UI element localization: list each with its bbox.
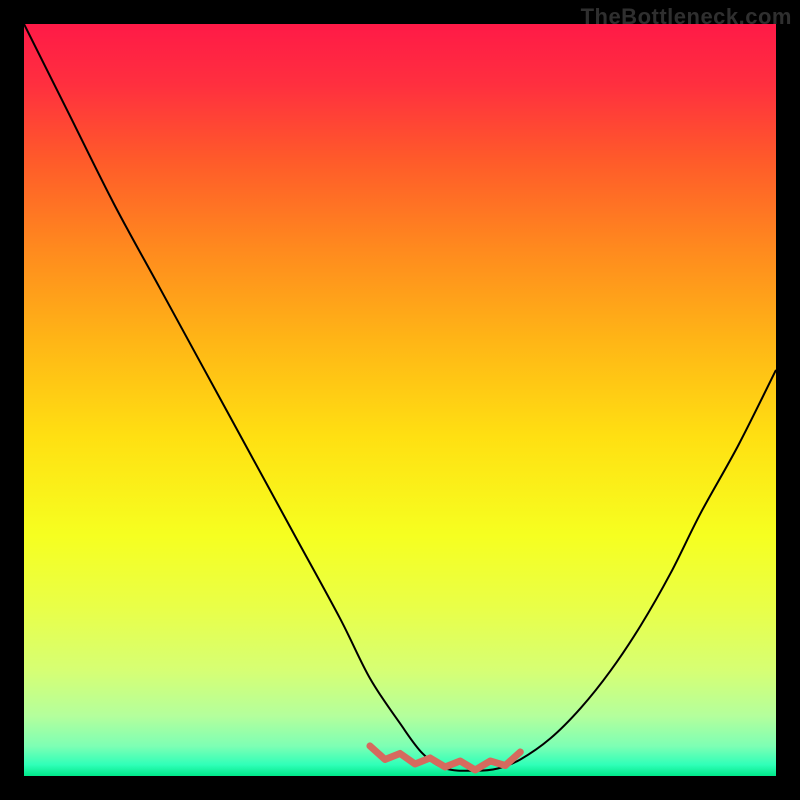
plot-area: [24, 24, 776, 776]
gradient-background: [24, 24, 776, 776]
chart-frame: TheBottleneck.com: [0, 0, 800, 800]
plot-svg: [24, 24, 776, 776]
